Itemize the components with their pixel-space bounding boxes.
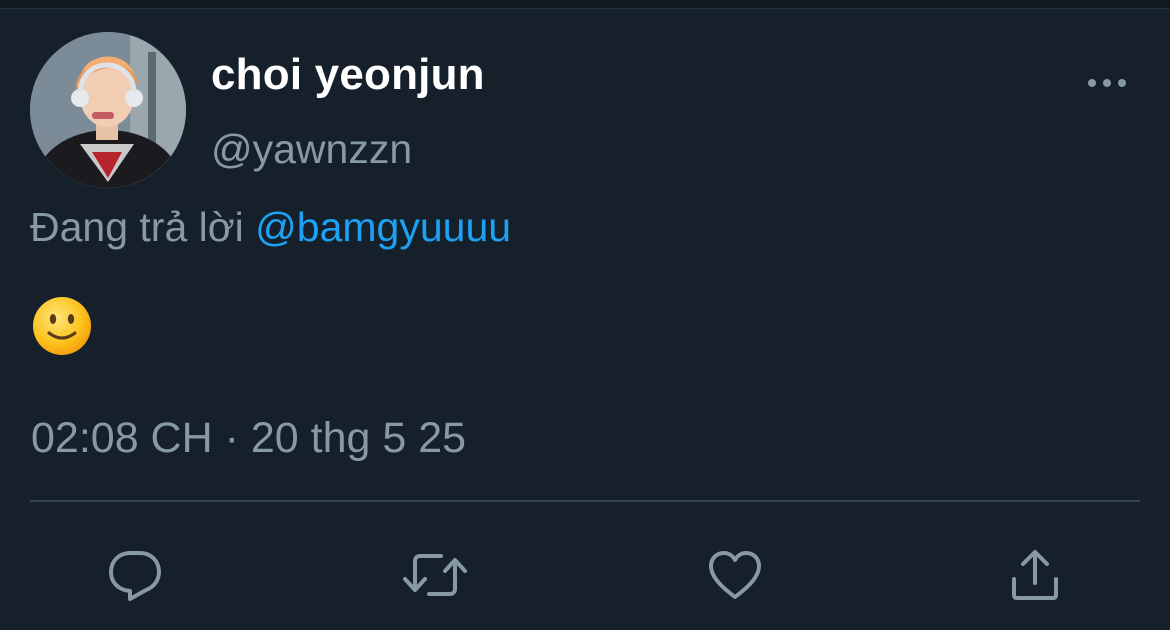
display-name[interactable]: choi yeonjun <box>211 50 485 100</box>
retweet-button[interactable] <box>400 540 470 610</box>
more-horizontal-icon <box>1088 79 1126 87</box>
heart-icon <box>709 551 761 599</box>
replying-prefix: Đang trả lời <box>30 204 244 250</box>
like-button[interactable] <box>700 540 770 610</box>
replying-to-mention[interactable]: @bamgyuuuu <box>255 204 511 250</box>
share-button[interactable] <box>1000 540 1070 610</box>
avatar[interactable] <box>30 32 186 188</box>
top-divider <box>0 0 1170 9</box>
retweet-icon <box>403 554 467 596</box>
more-options-button[interactable] <box>1080 66 1134 100</box>
slightly-smiling-face-emoji <box>31 295 93 357</box>
avatar-photo <box>30 32 186 188</box>
reply-button[interactable] <box>100 540 170 610</box>
divider <box>30 500 1140 502</box>
share-icon <box>1012 550 1058 600</box>
handle[interactable]: @yawnzzn <box>211 126 412 173</box>
replying-to-line: Đang trả lời @bamgyuuuu <box>30 204 511 251</box>
timestamp[interactable]: 02:08 CH · 20 thg 5 25 <box>31 414 466 463</box>
reply-icon <box>109 551 161 601</box>
